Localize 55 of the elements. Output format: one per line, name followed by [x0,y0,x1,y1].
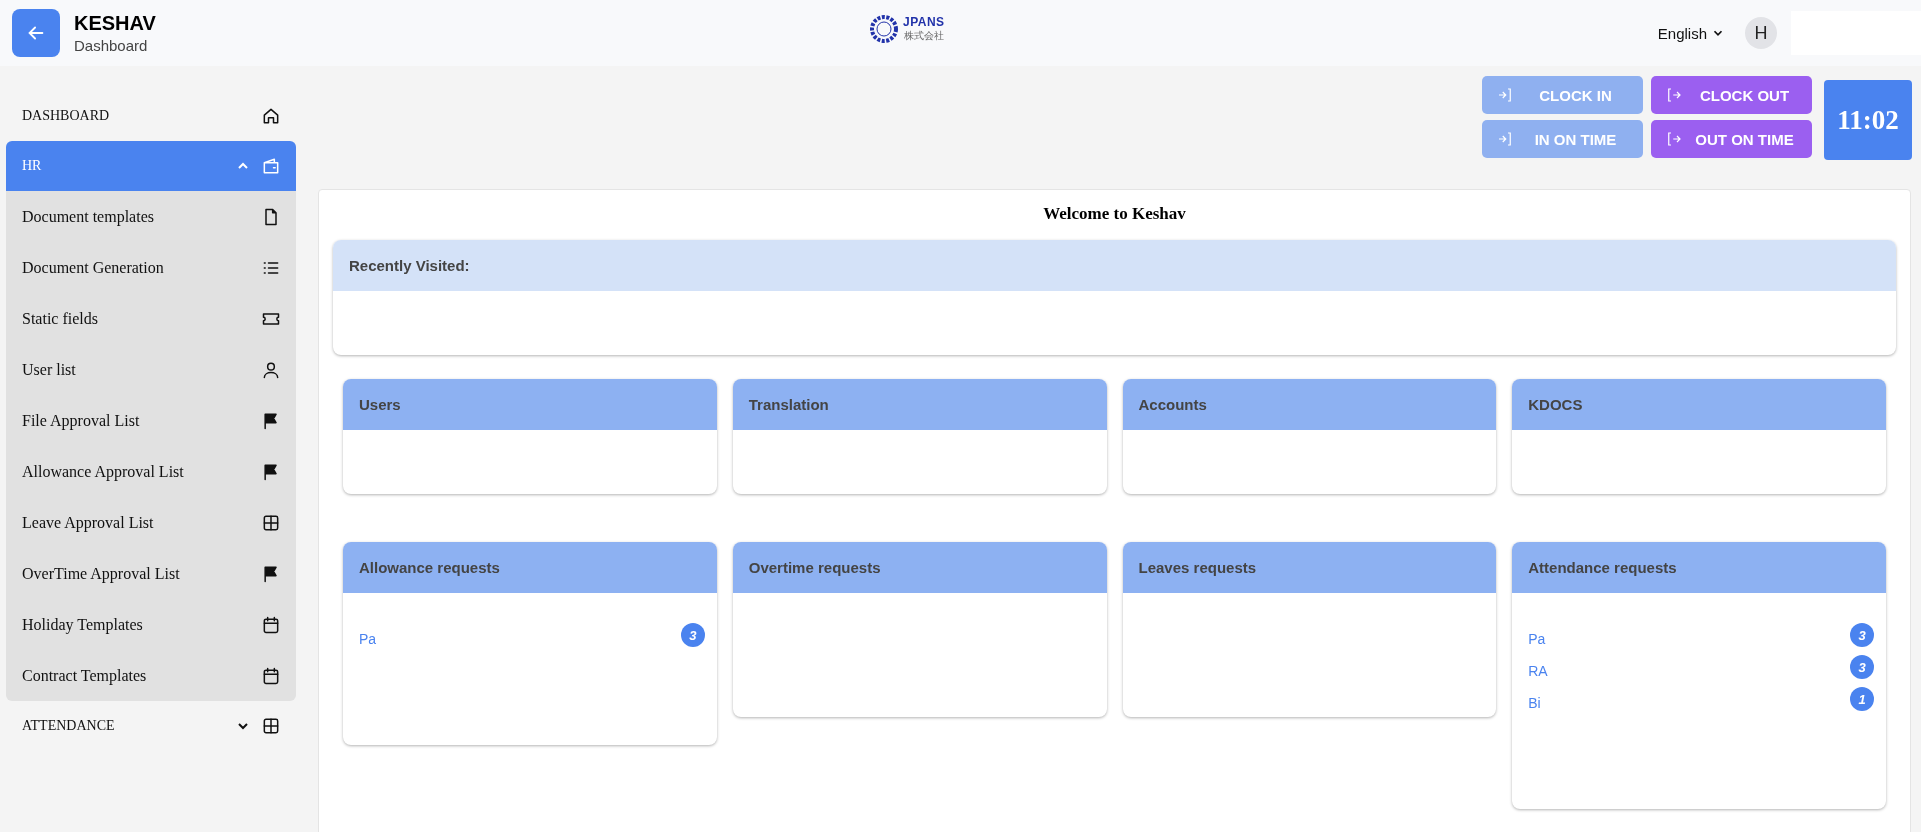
sidebar-subitem[interactable]: Static fields [6,293,296,344]
clock-display: 11:02 [1824,80,1912,160]
count-badge: 1 [1850,687,1874,711]
login-icon [1496,86,1514,104]
module-card[interactable]: KDOCS [1512,379,1886,494]
sidebar-subitem[interactable]: OverTime Approval List [6,548,296,599]
requester-link[interactable]: Pa [1528,631,1546,647]
sidebar-subitem[interactable]: Leave Approval List [6,497,296,548]
sidebar-item[interactable]: ATTENDANCE [6,701,296,751]
sidebar-subitem[interactable]: User list [6,344,296,395]
sidebar-subitem[interactable]: Contract Templates [6,650,296,701]
login-icon [1496,130,1514,148]
welcome-heading: Welcome to Keshav [1042,204,1187,224]
sidebar-subitem[interactable]: Document Generation [6,242,296,293]
sidebar-subitem[interactable]: Holiday Templates [6,599,296,650]
requester-link[interactable]: Bi [1528,695,1541,711]
count-badge: 3 [1850,623,1874,647]
sidebar-item[interactable]: HR [6,141,296,191]
logout-icon [1665,130,1683,148]
home-icon [261,106,281,126]
card-header: Leaves requests [1122,542,1497,593]
sidebar-subitem[interactable]: File Approval List [6,395,296,446]
requester-link[interactable]: RA [1528,663,1548,679]
card-header: Accounts [1122,379,1497,430]
logout-icon [1665,86,1683,104]
card-header: Recently Visited: [333,240,1896,291]
back-button[interactable] [12,9,60,57]
language-selector[interactable]: English [1651,23,1731,43]
count-badge: 3 [1850,655,1874,679]
page-subtitle: Dashboard [74,37,149,54]
clock-button[interactable]: CLOCK OUT [1651,76,1812,114]
logo-name: JPANS [903,15,945,29]
logo-subname: 株式会社 [903,29,944,43]
sidebar-subitem[interactable]: Document templates [6,191,296,242]
grid-icon [261,716,281,736]
calendar-icon [261,614,281,635]
calendar-icon [261,665,281,686]
card-header: Translation [732,379,1107,430]
module-card[interactable]: Users [343,379,717,494]
card-header: KDOCS [1512,379,1886,430]
count-badge: 3 [680,623,705,647]
clock-button[interactable]: OUT ON TIME [1651,120,1812,158]
card-header: Attendance requests [1512,542,1886,593]
app-title: KESHAV [74,12,156,35]
card-header: Overtime requests [732,542,1107,593]
ring-logo-icon [869,14,899,44]
card-header: Users [343,379,717,430]
user-avatar[interactable]: H [1745,17,1777,49]
card-header: Allowance requests [343,542,717,593]
module-card[interactable]: Accounts [1122,379,1497,494]
requester-link[interactable]: Pa [359,631,377,647]
wallet-icon [261,156,281,176]
module-card[interactable]: Translation [732,379,1107,494]
sidebar-item[interactable]: DASHBOARD [6,91,296,141]
sidebar-subitem[interactable]: Allowance Approval List [6,446,296,497]
